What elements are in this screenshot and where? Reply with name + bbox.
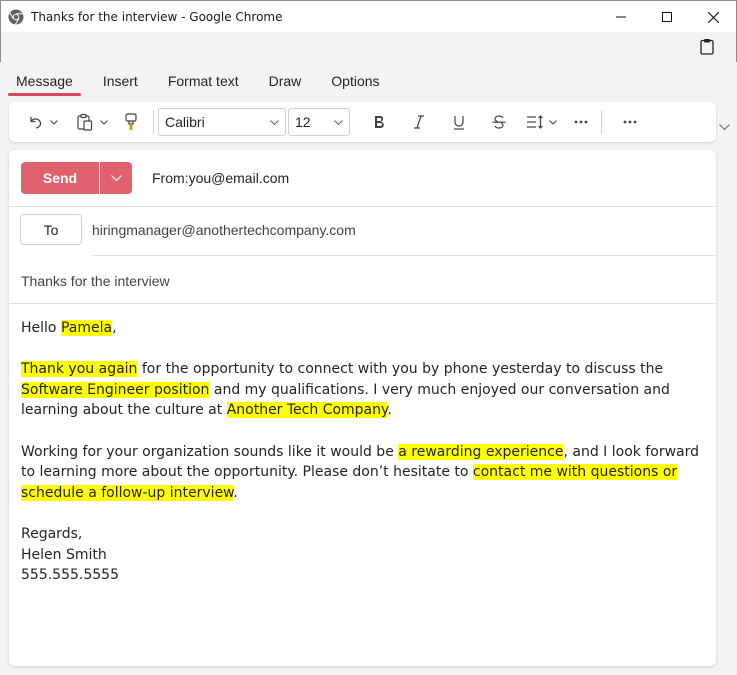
chevron-down-icon [549,119,557,125]
greeting-paragraph: Hello Pamela, [21,318,701,339]
paragraph-1: Thank you again for the opportunity to c… [21,359,701,421]
clipboard-icon[interactable] [700,38,714,55]
chevron-down-icon [50,119,58,125]
font-name-select[interactable]: Calibri [158,108,286,136]
window-title: Thanks for the interview - Google Chrome [31,9,283,24]
undo-button[interactable] [23,108,47,136]
paste-icon [77,113,93,131]
strikethrough-button[interactable] [485,108,513,136]
window-title-bar: Thanks for the interview - Google Chrome [0,0,737,32]
close-icon [707,11,719,23]
highlighted-text: Another Tech Company [226,402,388,419]
signature-name: Helen Smith [21,546,107,563]
tab-format-text[interactable]: Format text [153,73,254,96]
underline-icon [454,115,464,130]
send-options-button[interactable] [100,162,132,194]
more-options-button[interactable] [616,108,644,136]
paragraph-2: Working for your organization sounds lik… [21,442,701,504]
bold-icon [375,116,384,128]
app-header-bar [0,32,737,62]
underline-button[interactable] [445,108,473,136]
paragraph-text: . [387,402,392,419]
to-recipient[interactable]: hiringmanager@anothertechcompany.com [92,222,356,238]
line-spacing-dropdown[interactable] [547,108,559,136]
divider [92,255,716,256]
line-spacing-icon [527,115,543,129]
toolbar-separator [601,110,602,134]
undo-icon [30,117,42,129]
signature-phone: 555.555.5555 [21,567,119,584]
italic-button[interactable] [405,108,433,136]
formatting-toolbar: Calibri 12 [9,102,716,142]
undo-dropdown[interactable] [47,108,61,136]
minimize-button[interactable] [598,1,644,33]
highlighted-text: Thank you again [21,361,138,378]
divider [9,303,716,304]
highlighted-text: Software Engineer position [21,381,210,398]
highlighted-name: Pamela [60,320,113,336]
greeting-punctuation: , [112,320,117,336]
font-size-select[interactable]: 12 [288,108,350,136]
tab-insert[interactable]: Insert [88,73,153,96]
greeting-text: Hello [21,320,61,336]
format-painter-icon [125,113,137,130]
paragraph-text: . [233,484,238,501]
ribbon-tabs: Message Insert Format text Draw Options [1,62,395,96]
line-spacing-button[interactable] [523,108,547,136]
divider [9,206,716,207]
italic-icon [414,115,424,129]
chevron-down-icon [334,119,343,125]
chevron-down-icon[interactable] [719,124,730,131]
from-label: From: [152,170,189,186]
more-icon [574,120,588,124]
message-body[interactable]: Hello Pamela, Thank you again for the op… [21,318,701,586]
subject-field[interactable]: Thanks for the interview [21,273,170,289]
from-field[interactable]: From:you@email.com [152,170,289,186]
more-formatting-button[interactable] [567,108,595,136]
font-size-value: 12 [295,114,311,130]
bold-button[interactable] [365,108,393,136]
closing: Regards, [21,525,83,542]
paste-dropdown[interactable] [97,108,111,136]
format-painter-button[interactable] [119,108,143,136]
tab-options[interactable]: Options [316,73,394,96]
close-window-button[interactable] [690,1,736,33]
chrome-icon [8,9,24,25]
send-split-button: Send [21,162,132,194]
tab-message[interactable]: Message [1,73,88,96]
from-address: you@email.com [188,170,290,186]
send-button[interactable]: Send [21,162,100,194]
to-button[interactable]: To [20,214,82,245]
maximize-button[interactable] [644,1,690,33]
strikethrough-icon [492,115,506,129]
tab-draw[interactable]: Draw [254,73,317,96]
maximize-icon [662,12,672,22]
chevron-down-icon [270,119,279,125]
toolbar-separator [153,110,154,134]
chevron-down-icon [100,119,108,125]
compose-pane: Send From:you@email.com To hiringmanager… [9,150,716,666]
minimize-icon [616,16,626,18]
paste-button[interactable] [73,108,97,136]
more-icon [623,120,637,124]
paragraph-text: Working for your organization sounds lik… [21,443,399,460]
highlighted-text: a rewarding experience [398,443,564,460]
chevron-down-icon [110,175,122,181]
paragraph-text: for the opportunity to connect with you … [137,361,664,378]
font-name-value: Calibri [165,114,205,130]
